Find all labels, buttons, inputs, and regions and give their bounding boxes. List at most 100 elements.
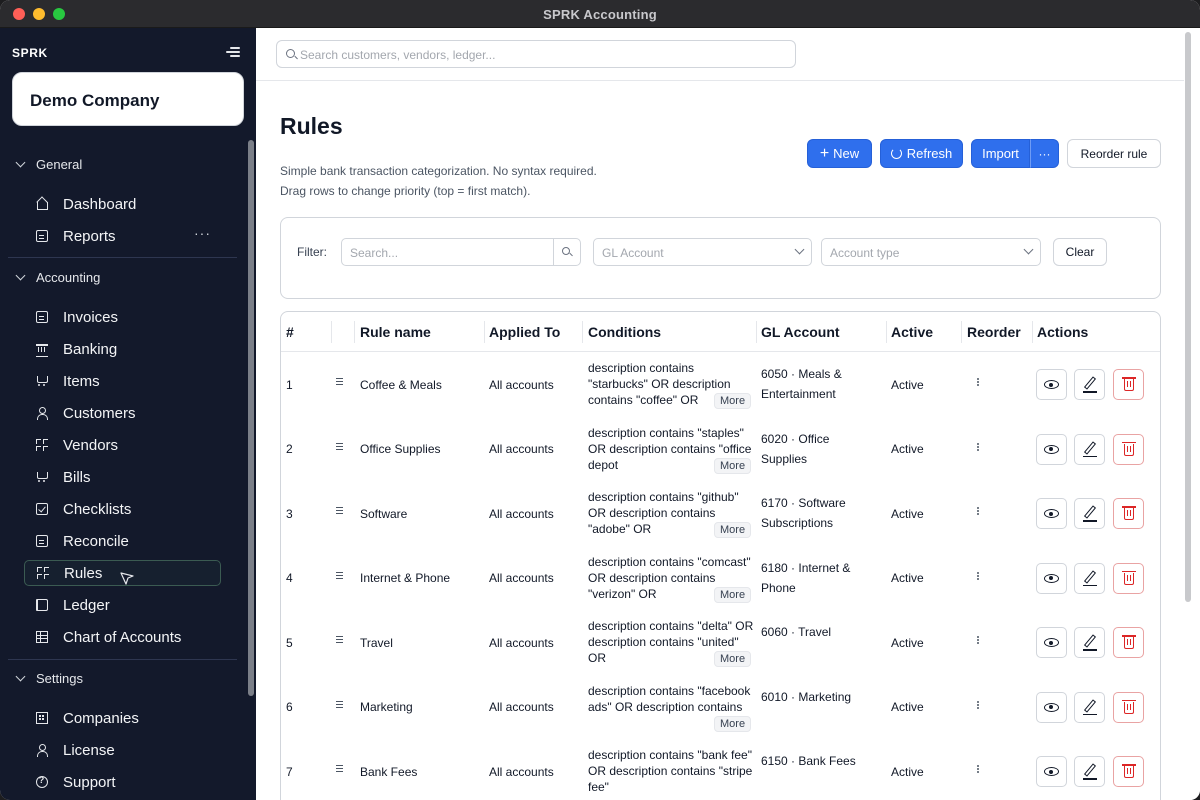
drag-handle-icon[interactable] — [336, 765, 343, 772]
drag-handle-icon[interactable] — [336, 507, 343, 514]
global-search-input[interactable] — [300, 46, 780, 64]
main-scrollbar[interactable] — [1185, 32, 1191, 602]
sidebar-item-label: Chart of Accounts — [63, 628, 182, 646]
view-rule-button[interactable] — [1036, 369, 1067, 400]
more-conditions-button[interactable]: More — [714, 586, 752, 603]
user-icon — [36, 744, 48, 757]
edit-rule-button[interactable] — [1074, 498, 1105, 529]
sidebar-item-checklists[interactable]: Checklists — [24, 496, 221, 522]
sidebar-item-ledger[interactable]: Ledger — [24, 592, 221, 618]
col-actions[interactable]: Actions — [1037, 312, 1088, 352]
sidebar-item-banking[interactable]: Banking — [24, 336, 221, 362]
building-icon — [36, 712, 48, 724]
view-rule-button[interactable] — [1036, 627, 1067, 658]
sidebar-item-dashboard[interactable]: Dashboard — [24, 191, 221, 217]
more-conditions-button[interactable]: More — [714, 522, 752, 538]
section-settings[interactable]: Settings — [16, 668, 83, 688]
more-conditions-button[interactable]: More — [714, 393, 752, 409]
refresh-button[interactable]: Refresh — [880, 139, 963, 168]
more-conditions-button[interactable]: More — [714, 715, 752, 732]
reorder-menu-icon[interactable] — [977, 765, 979, 767]
more-conditions-button[interactable]: More — [714, 457, 752, 474]
delete-rule-button[interactable] — [1113, 433, 1144, 465]
sidebar-item-vendors[interactable]: Vendors — [24, 432, 221, 458]
table-row[interactable]: 5 Travel All accounts description contai… — [281, 610, 1160, 675]
rule-active-status: Active — [891, 442, 924, 456]
col-rule-name[interactable]: Rule name — [360, 312, 431, 352]
view-rule-button[interactable] — [1036, 562, 1067, 594]
edit-rule-button[interactable] — [1074, 756, 1105, 787]
delete-rule-button[interactable] — [1113, 691, 1144, 723]
filter-search[interactable] — [341, 238, 581, 266]
sidebar-item-invoices[interactable]: Invoices — [24, 304, 221, 330]
sidebar-item-reconcile[interactable]: Reconcile — [24, 528, 221, 554]
reorder-menu-icon[interactable] — [977, 571, 979, 574]
delete-rule-button[interactable] — [1113, 756, 1144, 787]
col-conditions[interactable]: Conditions — [588, 312, 661, 352]
new-rule-button[interactable]: + New — [807, 139, 872, 168]
sidebar-item-companies[interactable]: Companies — [24, 705, 221, 731]
table-icon — [36, 631, 48, 643]
gl-account-select[interactable]: GL Account — [593, 238, 812, 266]
table-row[interactable]: 4 Internet & Phone All accounts descript… — [281, 546, 1160, 611]
table-row[interactable]: 6 Marketing All accounts description con… — [281, 675, 1160, 740]
table-row[interactable]: 2 Office Supplies All accounts descripti… — [281, 417, 1160, 482]
delete-rule-button[interactable] — [1113, 498, 1144, 529]
section-general[interactable]: General — [16, 154, 82, 174]
more-conditions-button[interactable]: More — [714, 651, 752, 667]
reorder-menu-icon[interactable] — [977, 636, 979, 638]
delete-rule-button[interactable] — [1113, 627, 1144, 658]
vendor-icon — [36, 439, 48, 451]
company-selector[interactable]: Demo Company — [12, 72, 244, 126]
sidebar-item-reports[interactable]: Reports ··· — [24, 223, 221, 249]
edit-rule-button[interactable] — [1074, 627, 1105, 658]
col-reorder[interactable]: Reorder — [967, 312, 1021, 352]
reorder-menu-icon[interactable] — [977, 700, 979, 703]
sidebar-toggle-icon[interactable] — [226, 47, 240, 59]
sidebar-item-items[interactable]: Items — [24, 368, 221, 394]
sidebar-item-customers[interactable]: Customers — [24, 400, 221, 426]
clear-filter-button[interactable]: Clear — [1053, 238, 1107, 266]
drag-handle-icon[interactable] — [336, 571, 343, 579]
section-accounting[interactable]: Accounting — [16, 267, 100, 287]
edit-rule-button[interactable] — [1074, 369, 1105, 400]
edit-rule-button[interactable] — [1074, 691, 1105, 723]
view-rule-button[interactable] — [1036, 498, 1067, 529]
filter-search-input[interactable] — [350, 244, 550, 262]
filter-search-button[interactable] — [553, 239, 580, 265]
sidebar-item-support[interactable]: Support — [24, 769, 221, 795]
col-applied-to[interactable]: Applied To — [489, 312, 560, 352]
col-active[interactable]: Active — [891, 312, 933, 352]
delete-rule-button[interactable] — [1113, 369, 1144, 400]
edit-rule-button[interactable] — [1074, 562, 1105, 594]
delete-rule-button[interactable] — [1113, 562, 1144, 594]
sidebar-item-license[interactable]: License — [24, 737, 221, 763]
reports-more-icon[interactable]: ··· — [194, 225, 211, 241]
table-row[interactable]: 3 Software All accounts description cont… — [281, 481, 1160, 546]
drag-handle-icon[interactable] — [336, 700, 343, 708]
table-row[interactable]: 1 Coffee & Meals All accounts descriptio… — [281, 352, 1160, 417]
col-num[interactable]: # — [286, 312, 294, 352]
drag-handle-icon[interactable] — [336, 636, 343, 643]
drag-handle-icon[interactable] — [336, 378, 343, 385]
table-row[interactable]: 7 Bank Fees All accounts description con… — [281, 739, 1160, 800]
edit-rule-button[interactable] — [1074, 433, 1105, 465]
col-gl-account[interactable]: GL Account — [761, 312, 840, 352]
global-search[interactable] — [276, 40, 796, 68]
reorder-menu-icon[interactable] — [977, 507, 979, 509]
drag-handle-icon[interactable] — [336, 442, 343, 450]
view-rule-button[interactable] — [1036, 433, 1067, 465]
reorder-menu-icon[interactable] — [977, 442, 979, 445]
sidebar-scrollbar[interactable] — [248, 140, 254, 696]
reorder-menu-icon[interactable] — [977, 378, 979, 380]
sidebar-item-chart-of-accounts[interactable]: Chart of Accounts — [24, 624, 221, 650]
view-rule-button[interactable] — [1036, 756, 1067, 787]
account-type-select[interactable]: Account type — [821, 238, 1041, 266]
rule-gl-account: 6180 · Internet & Phone — [761, 560, 851, 595]
import-button[interactable]: Import — [971, 139, 1030, 168]
reorder-rule-button[interactable]: Reorder rule — [1067, 139, 1161, 168]
view-rule-button[interactable] — [1036, 691, 1067, 723]
rule-conditions: description contains "facebook ads" OR d… — [588, 683, 752, 732]
sidebar-item-bills[interactable]: Bills — [24, 464, 221, 490]
import-more-button[interactable]: ··· — [1030, 139, 1059, 168]
